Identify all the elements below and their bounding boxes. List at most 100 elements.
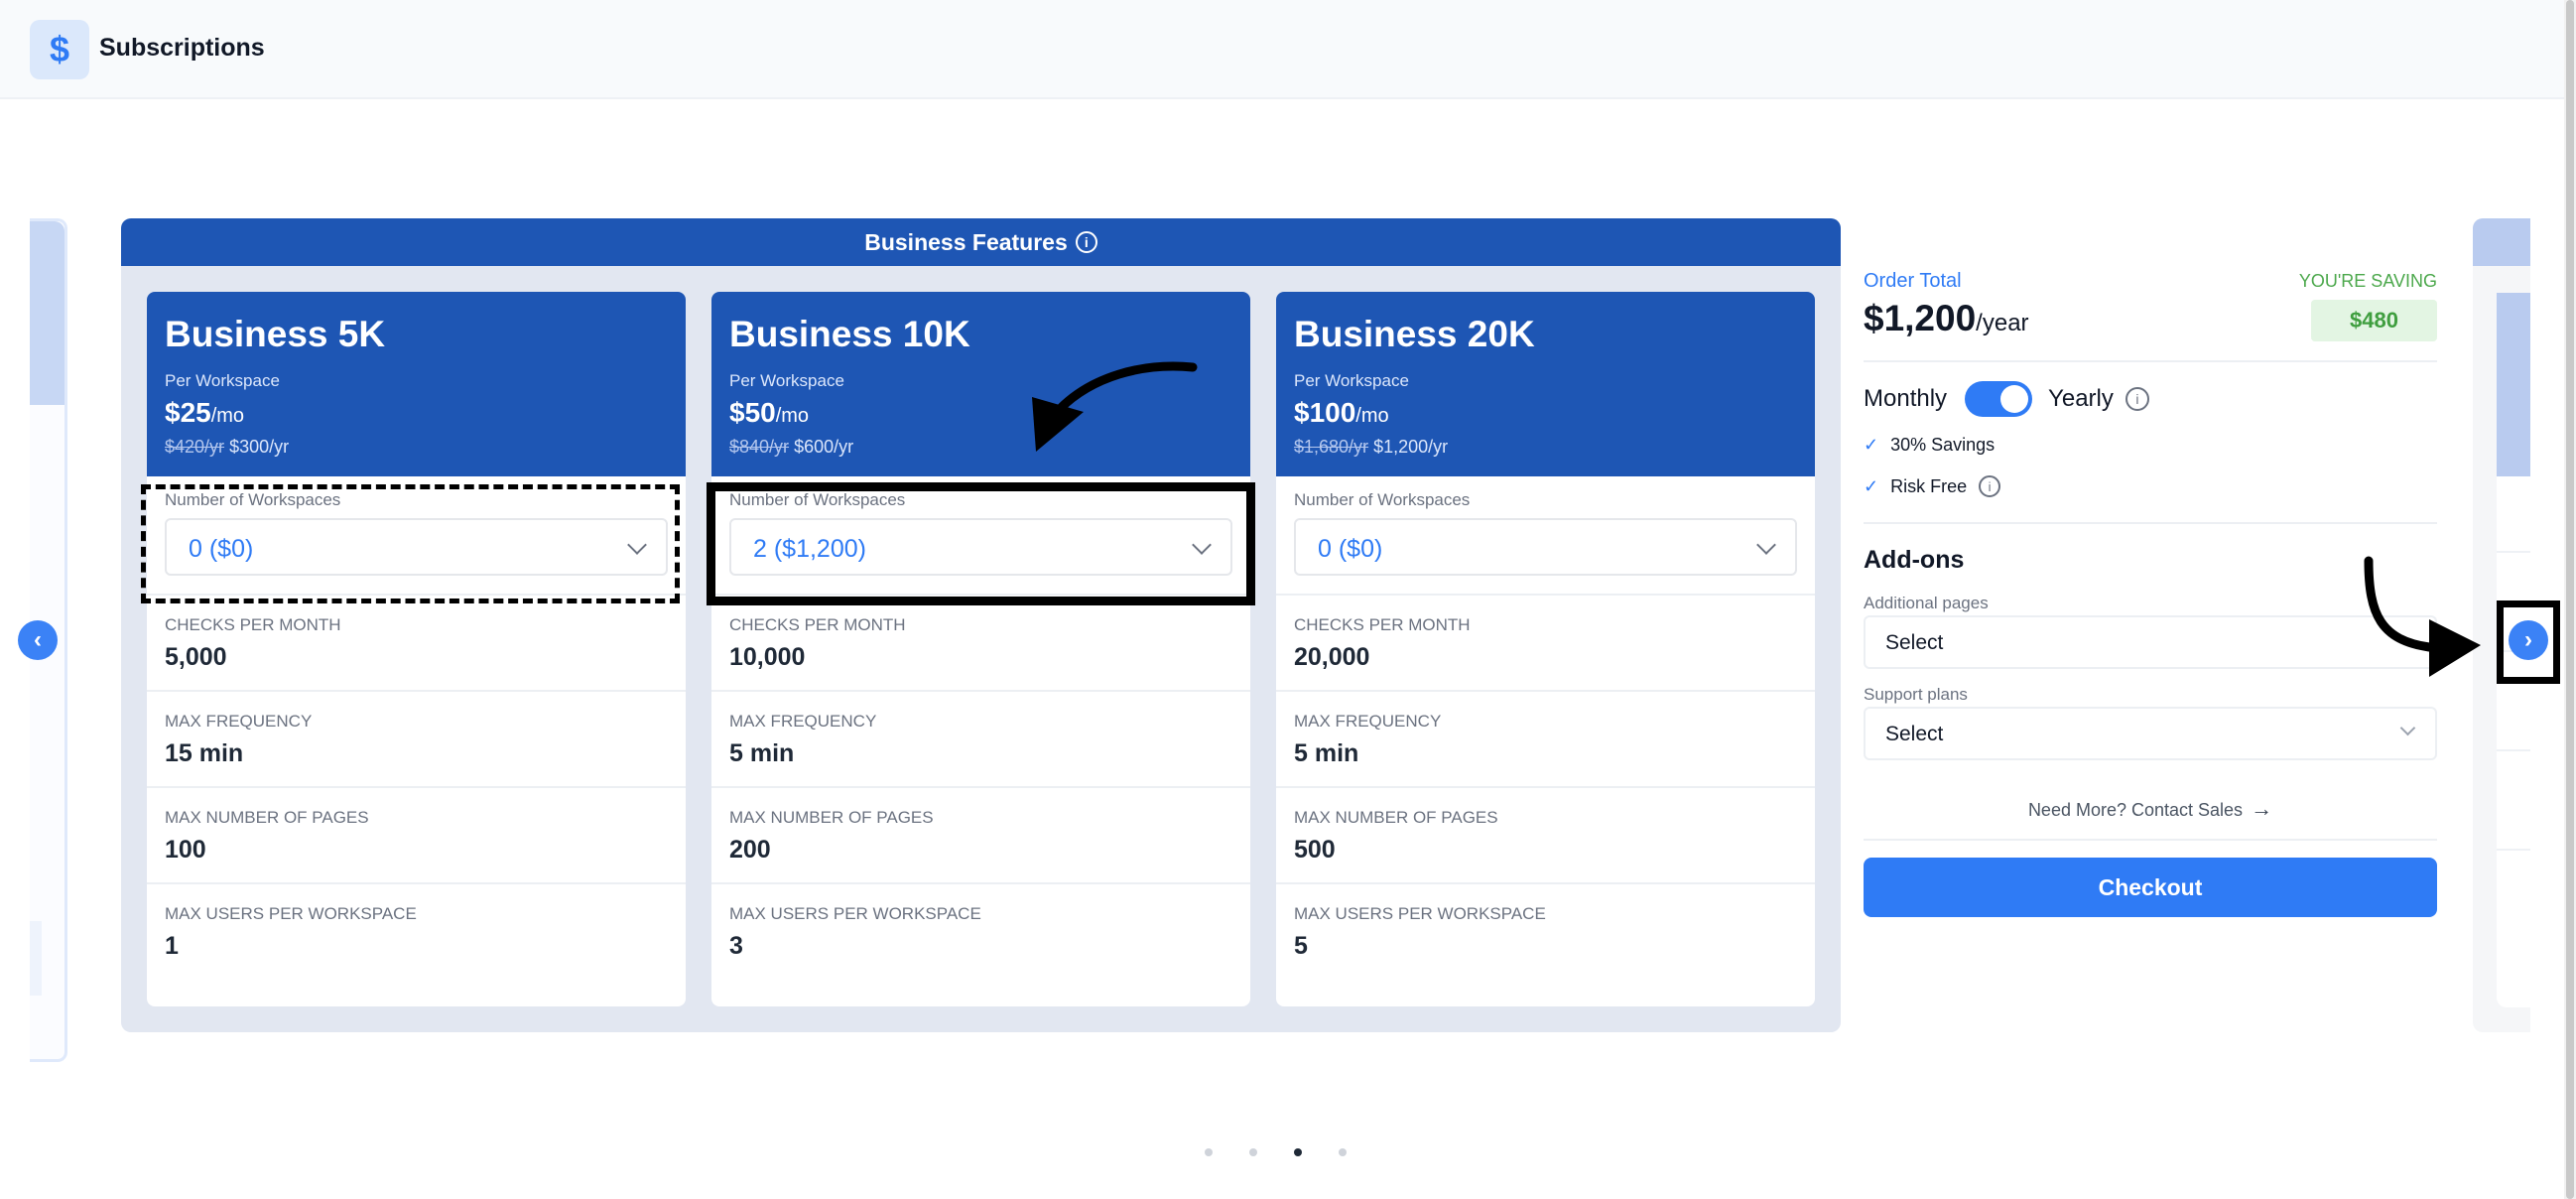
- billing-monthly-label: Monthly: [1864, 385, 1948, 412]
- carousel-prev-button[interactable]: ‹: [18, 620, 58, 660]
- chevron-down-icon: [2399, 720, 2416, 736]
- order-summary-panel: Order Total $1,200/year YOU'RE SAVING $4…: [1864, 258, 2437, 933]
- savings-text: 30% Savings: [1890, 435, 1996, 455]
- price-amount: $100: [1294, 397, 1356, 428]
- feature-value: 15 min: [165, 739, 244, 767]
- price-amount: $25: [165, 397, 211, 428]
- next-slide-card-header: [2497, 293, 2530, 476]
- feature-row: MAX FREQUENCY 5 min: [711, 690, 1250, 786]
- order-total-value: $1,200/year: [1864, 298, 2029, 339]
- additional-pages-select[interactable]: Select: [1864, 615, 2437, 669]
- billing-toggle-row: Monthly Yearly i: [1864, 379, 2149, 419]
- feature-value: 200: [729, 836, 771, 864]
- next-slide-divider: [2497, 849, 2530, 851]
- next-slide-divider: [2497, 749, 2530, 751]
- business-features-header: Business Features i: [121, 218, 1841, 266]
- check-icon: ✓: [1864, 435, 1879, 455]
- workspaces-select[interactable]: 0 ($0): [1294, 518, 1797, 576]
- previous-slide-header: [30, 221, 64, 405]
- plan-header: Business 5K Per Workspace $25/mo $420/yr…: [147, 292, 686, 476]
- toggle-knob: [2000, 385, 2029, 413]
- info-icon[interactable]: i: [1979, 475, 2001, 497]
- feature-label: MAX FREQUENCY: [165, 712, 313, 731]
- carousel-dot[interactable]: [1339, 1148, 1347, 1156]
- feature-value: 100: [165, 836, 206, 864]
- plan-price: $50/mo: [729, 397, 809, 429]
- check-icon: ✓: [1864, 475, 1879, 496]
- plan-card-business-20k: Business 20K Per Workspace $100/mo $1,68…: [1276, 292, 1815, 1006]
- savings-check-item: ✓ 30% Savings: [1864, 435, 1995, 456]
- solid-highlight-frame: [707, 482, 1255, 605]
- additional-pages-value: Select: [1885, 631, 1944, 654]
- page-scrollbar[interactable]: [2564, 0, 2576, 1199]
- yearly-price: $840/yr $600/yr: [729, 437, 853, 458]
- support-plans-select[interactable]: Select: [1864, 707, 2437, 760]
- business-features-panel: Business Features i Business 5K Per Work…: [121, 218, 1841, 1032]
- risk-free-text: Risk Free: [1890, 475, 1968, 496]
- risk-free-check-item: ✓ Risk Free i: [1864, 475, 2001, 497]
- plan-header: Business 20K Per Workspace $100/mo $1,68…: [1276, 292, 1815, 476]
- per-workspace-label: Per Workspace: [1294, 371, 1409, 390]
- feature-label: MAX USERS PER WORKSPACE: [165, 904, 417, 923]
- feature-value: 3: [729, 932, 743, 960]
- plan-price: $100/mo: [1294, 397, 1389, 429]
- addons-title: Add-ons: [1864, 546, 1965, 574]
- carousel-dot[interactable]: [1249, 1148, 1257, 1156]
- saving-label: YOU'RE SAVING: [2298, 271, 2437, 291]
- feature-label: CHECKS PER MONTH: [165, 615, 341, 634]
- feature-label: MAX FREQUENCY: [1294, 712, 1442, 731]
- feature-value: 5 min: [1294, 739, 1359, 767]
- workspaces-label: Number of Workspaces: [1294, 490, 1471, 509]
- price-unit: /mo: [210, 405, 245, 427]
- order-total-amount: $1,200: [1864, 298, 1977, 338]
- chevron-down-icon: [1756, 535, 1776, 555]
- feature-row: MAX NUMBER OF PAGES 200: [711, 786, 1250, 882]
- billing-toggle[interactable]: [1965, 381, 2033, 417]
- next-slide-header: [2473, 218, 2530, 266]
- feature-label: MAX NUMBER OF PAGES: [1294, 808, 1498, 827]
- contact-sales-link[interactable]: Need More? Contact Sales →: [1864, 796, 2437, 822]
- price-unit: /mo: [775, 405, 810, 427]
- arrow-right-icon: →: [2251, 796, 2273, 821]
- feature-row: MAX FREQUENCY 5 min: [1276, 690, 1815, 786]
- info-icon[interactable]: i: [2125, 387, 2149, 411]
- feature-label: MAX FREQUENCY: [729, 712, 877, 731]
- next-button-highlight-frame: [2497, 600, 2560, 684]
- plan-card-business-5k: Business 5K Per Workspace $25/mo $420/yr…: [147, 292, 686, 1006]
- feature-row: MAX FREQUENCY 15 min: [147, 690, 686, 786]
- saving-badge: $480: [2311, 300, 2437, 341]
- dollar-logo-icon: $: [30, 20, 89, 79]
- plan-card-business-10k: Business 10K Per Workspace $50/mo $840/y…: [711, 292, 1250, 1006]
- new-yearly-price: $1,200/yr: [1373, 437, 1449, 457]
- old-yearly-price: $1,680/yr: [1294, 437, 1369, 457]
- per-workspace-label: Per Workspace: [165, 371, 280, 390]
- feature-label: CHECKS PER MONTH: [729, 615, 906, 634]
- divider: [1864, 522, 2437, 524]
- new-yearly-price: $300/yr: [229, 437, 290, 457]
- feature-row: MAX USERS PER WORKSPACE 1: [147, 882, 686, 979]
- plan-name: Business 10K: [729, 314, 970, 354]
- divider: [1864, 839, 2437, 841]
- old-yearly-price: $840/yr: [729, 437, 790, 457]
- info-icon[interactable]: i: [1075, 231, 1097, 253]
- dashed-highlight-frame: [141, 484, 680, 603]
- billing-yearly-label: Yearly: [2048, 385, 2114, 412]
- top-header: $ Subscriptions: [0, 0, 2564, 99]
- feature-label: MAX USERS PER WORKSPACE: [1294, 904, 1546, 923]
- feature-value: 5,000: [165, 643, 227, 671]
- checkout-button[interactable]: Checkout: [1864, 858, 2437, 917]
- next-slide-divider: [2497, 551, 2530, 553]
- feature-row: CHECKS PER MONTH 5,000: [147, 594, 686, 690]
- divider: [1864, 360, 2437, 362]
- scrollbar-thumb[interactable]: [2566, 0, 2574, 1199]
- feature-row: MAX USERS PER WORKSPACE 5: [1276, 882, 1815, 979]
- old-yearly-price: $420/yr: [165, 437, 225, 457]
- contact-sales-text: Need More? Contact Sales: [2027, 800, 2244, 820]
- carousel-dots: [1205, 1148, 1383, 1156]
- support-plans-label: Support plans: [1864, 685, 1968, 704]
- business-features-title: Business Features: [864, 228, 1068, 255]
- per-workspace-label: Per Workspace: [729, 371, 844, 390]
- carousel-dot-active[interactable]: [1294, 1148, 1302, 1156]
- carousel-dot[interactable]: [1205, 1148, 1213, 1156]
- plan-name: Business 5K: [165, 314, 386, 354]
